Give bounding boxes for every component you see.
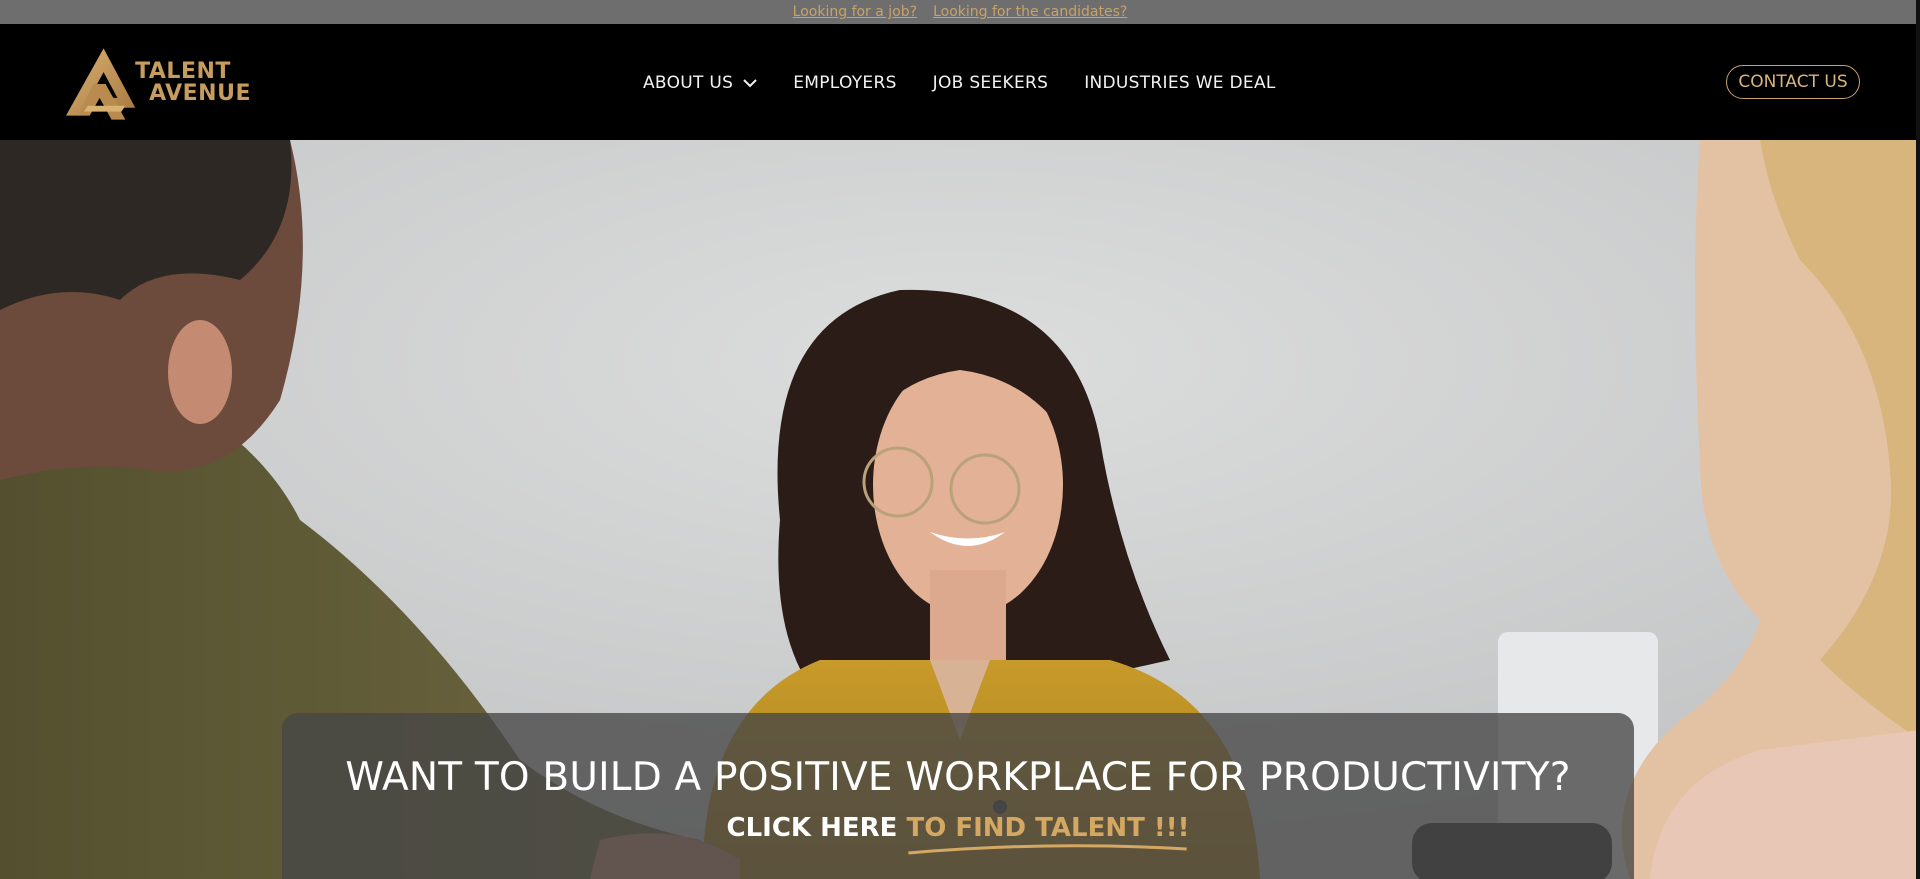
nav-about-us-label: ABOUT US: [643, 73, 734, 93]
nav-job-seekers[interactable]: JOB SEEKERS: [933, 73, 1049, 93]
site-logo[interactable]: TALENT AVENUE: [66, 46, 251, 120]
nav-employers-label: EMPLOYERS: [793, 73, 897, 93]
cta-prefix: CLICK HERE: [726, 813, 898, 843]
looking-for-job-link[interactable]: Looking for a job?: [793, 4, 917, 20]
nav-industries-label: INDUSTRIES WE DEAL: [1084, 73, 1276, 93]
nav-about-us[interactable]: ABOUT US: [643, 73, 757, 93]
looking-for-candidates-link[interactable]: Looking for the candidates?: [933, 4, 1127, 20]
nav-industries[interactable]: INDUSTRIES WE DEAL: [1084, 73, 1276, 93]
logo-line-2: AVENUE: [149, 81, 251, 106]
top-utility-bar: Looking for a job? Looking for the candi…: [0, 0, 1920, 24]
find-talent-link[interactable]: TO FIND TALENT !!!: [906, 813, 1190, 855]
logo-line-1: TALENT: [135, 59, 231, 84]
chevron-down-icon[interactable]: [743, 78, 757, 88]
window-edge: [1916, 0, 1920, 879]
hero-cta: CLICK HERE TO FIND TALENT !!!: [282, 813, 1634, 855]
site-header: TALENT AVENUE ABOUT US EMPLOYERS JOB SEE…: [0, 24, 1920, 140]
nav-job-seekers-label: JOB SEEKERS: [932, 73, 1049, 93]
hero-cta-banner: WANT TO BUILD A POSITIVE WORKPLACE FOR P…: [282, 713, 1634, 879]
contact-us-button[interactable]: CONTACT US: [1726, 65, 1860, 99]
logo-wordmark: TALENT AVENUE: [135, 61, 251, 105]
find-talent-label: TO FIND TALENT !!!: [906, 813, 1190, 843]
hero-section: WANT TO BUILD A POSITIVE WORKPLACE FOR P…: [0, 140, 1920, 879]
swoosh-underline-icon: [908, 844, 1188, 855]
hero-headline: WANT TO BUILD A POSITIVE WORKPLACE FOR P…: [345, 755, 1571, 800]
nav-employers[interactable]: EMPLOYERS: [793, 73, 896, 93]
main-nav: ABOUT US EMPLOYERS JOB SEEKERS INDUSTRIE…: [643, 71, 1312, 95]
